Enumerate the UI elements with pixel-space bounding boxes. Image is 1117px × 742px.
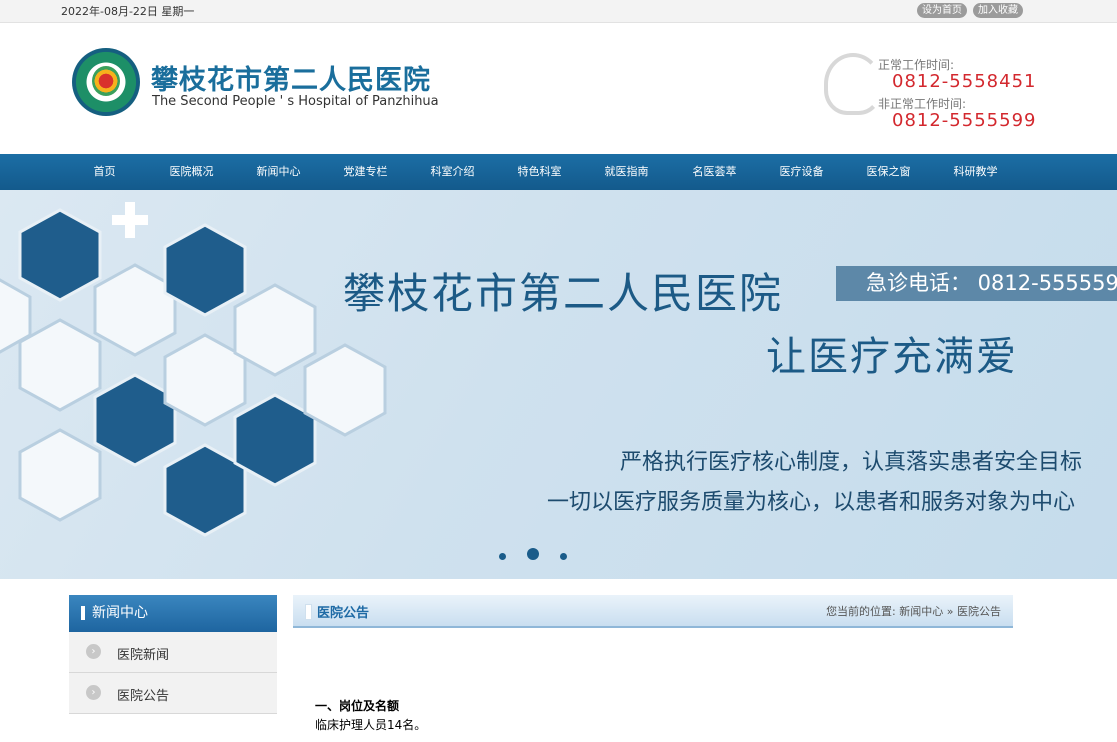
logo-emblem-icon <box>92 66 120 96</box>
sidebar-heading: 新闻中心 <box>69 595 277 632</box>
banner-line-2: 一切以医疗服务质量为核心，以患者和服务对象为中心 <box>547 490 1076 515</box>
current-date: 2022年-08月-22日 星期一 <box>61 5 195 18</box>
slide-dot-1[interactable] <box>499 553 506 560</box>
slide-dot-2[interactable] <box>527 548 539 560</box>
chevron-right-icon: › <box>86 685 101 700</box>
sidebar-item-hospital-news[interactable]: › 医院新闻 <box>69 632 277 673</box>
nav-item-home[interactable]: 首页 <box>61 154 148 190</box>
banner-slogan: 让医疗充满爱 <box>766 334 1018 380</box>
set-home-button[interactable]: 设为首页 <box>917 3 967 18</box>
add-favorite-button[interactable]: 加入收藏 <box>973 3 1023 18</box>
nav-item-research[interactable]: 科研教学 <box>932 154 1019 190</box>
nav-item-insurance[interactable]: 医保之窗 <box>845 154 932 190</box>
sidebar-item-hospital-notice[interactable]: › 医院公告 <box>69 673 277 714</box>
nav-item-doctors[interactable]: 名医荟萃 <box>671 154 758 190</box>
phone-icon <box>824 53 882 115</box>
hospital-logo[interactable] <box>72 48 140 116</box>
normal-phone: 0812-5558451 <box>892 71 1037 92</box>
sidebar-item-label: 医院新闻 <box>117 648 170 663</box>
sidebar-heading-label: 新闻中心 <box>92 605 148 621</box>
nav-item-news[interactable]: 新闻中心 <box>235 154 322 190</box>
hospital-name-en: The Second People ' s Hospital of Panzhi… <box>152 94 439 109</box>
heading-bar-icon <box>81 606 85 620</box>
banner-emergency-tel: 急诊电话： 0812-5555599 <box>836 266 1117 301</box>
banner-slider[interactable]: 攀枝花市第二人民医院 急诊电话： 0812-5555599 让医疗充满爱 严格执… <box>0 190 1117 579</box>
nav-item-party[interactable]: 党建专栏 <box>322 154 409 190</box>
nav-item-featured-dept[interactable]: 特色科室 <box>496 154 583 190</box>
nav-item-overview[interactable]: 医院概况 <box>148 154 235 190</box>
breadcrumb[interactable]: 您当前的位置: 新闻中心 » 医院公告 <box>826 603 1001 619</box>
nav-item-departments[interactable]: 科室介绍 <box>409 154 496 190</box>
article-heading: 一、岗位及名额 <box>315 699 400 713</box>
nav-item-equipment[interactable]: 医疗设备 <box>758 154 845 190</box>
slide-dot-3[interactable] <box>560 553 567 560</box>
off-phone: 0812-5555599 <box>892 110 1037 131</box>
section-title: 医院公告 <box>317 606 370 621</box>
sidebar-item-label: 医院公告 <box>117 689 170 704</box>
section-header: 医院公告 您当前的位置: 新闻中心 » 医院公告 <box>293 595 1013 628</box>
article-text: 临床护理人员14名。 <box>315 718 427 732</box>
medical-hexagon-graphic <box>0 202 387 537</box>
site-header: 攀枝花市第二人民医院 The Second People ' s Hospita… <box>0 23 1117 154</box>
nav-item-guide[interactable]: 就医指南 <box>583 154 670 190</box>
hospital-name-cn: 攀枝花市第二人民医院 <box>151 65 431 96</box>
top-bar: 2022年-08月-22日 星期一 设为首页 加入收藏 <box>0 0 1117 23</box>
section-bar-icon <box>305 604 312 620</box>
chevron-right-icon: › <box>86 644 101 659</box>
main-nav: 首页 医院概况 新闻中心 党建专栏 科室介绍 特色科室 就医指南 名医荟萃 医疗… <box>0 154 1117 190</box>
banner-line-1: 严格执行医疗核心制度，认真落实患者安全目标 <box>620 450 1083 475</box>
banner-title: 攀枝花市第二人民医院 <box>343 269 784 318</box>
